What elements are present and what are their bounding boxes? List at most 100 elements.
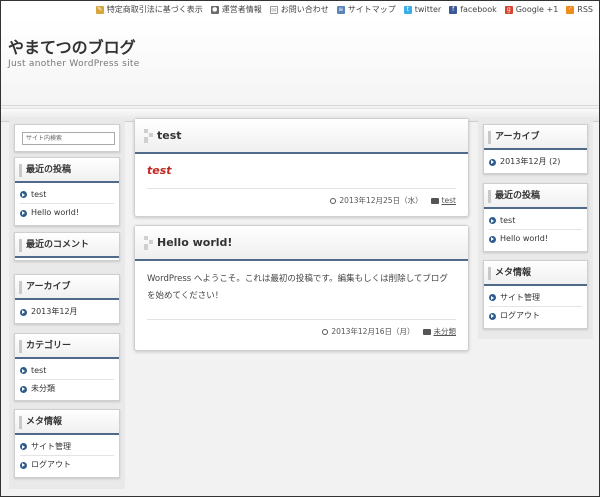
post-title[interactable]: Hello world! — [157, 236, 232, 249]
topbar-link-label: お問い合わせ — [280, 5, 329, 14]
document-icon: ✎ — [95, 5, 104, 14]
list-item-label: test — [500, 215, 516, 225]
post-card: test test 2013年12月25日（水） test — [134, 118, 469, 217]
topbar-link-rss[interactable]: ◜ RSS — [566, 5, 593, 14]
list-item[interactable]: Hello world! — [20, 204, 114, 222]
search-input[interactable]: サイト内検索 — [22, 132, 115, 145]
topbar-link-label: facebook — [460, 5, 497, 14]
list-item[interactable]: test — [20, 186, 114, 204]
post-body: WordPress へようこそ。これは最初の投稿です。編集もしくは削除してブログ… — [135, 261, 468, 319]
site-tagline: Just another WordPress site — [8, 59, 140, 69]
list-item[interactable]: test — [489, 212, 582, 230]
bullet-icon — [20, 461, 27, 469]
topbar-link-sitemap[interactable]: ≡ サイトマップ — [336, 4, 396, 15]
clock-icon — [322, 328, 329, 335]
list-item[interactable]: 未分類 — [20, 380, 114, 398]
post-card: Hello world! WordPress へようこそ。これは最初の投稿です。… — [134, 225, 469, 351]
topbar-link-operator[interactable]: ● 運営者情報 — [210, 4, 262, 15]
list-item-label: サイト管理 — [500, 292, 540, 302]
topbar-link-contact[interactable]: ✉ お問い合わせ — [269, 4, 329, 15]
list-item[interactable]: Hello world! — [489, 230, 582, 248]
post-body-text: test — [147, 164, 172, 177]
twitter-icon: t — [403, 5, 412, 14]
bullet-icon — [20, 191, 27, 198]
rss-icon: ◜ — [566, 5, 575, 14]
google-plus-icon: g — [504, 5, 513, 14]
list-item[interactable]: ログアウト — [20, 456, 114, 474]
topbar-link-label: サイトマップ — [347, 5, 396, 14]
topbar-link-twitter[interactable]: t twitter — [403, 5, 442, 14]
bullet-icon — [489, 235, 496, 243]
topbar-link-label: RSS — [577, 5, 593, 14]
post-header: test — [135, 119, 468, 154]
list-item-label: 2013年12月 — [31, 307, 78, 316]
list-item-label: ログアウト — [31, 460, 71, 469]
topbar-link-legal[interactable]: ✎ 特定商取引法に基づく表示 — [95, 4, 203, 15]
clock-icon — [330, 197, 337, 204]
bullet-icon — [20, 308, 27, 316]
archives-widget: アーカイブ 2013年12月 (2) — [483, 124, 588, 174]
right-sidebar: アーカイブ 2013年12月 (2) 最近の投稿 test Hello worl… — [478, 117, 593, 339]
list-item[interactable]: サイト管理 — [20, 438, 114, 456]
post-title-icon — [144, 129, 154, 144]
recent-comments-widget: 最近のコメント — [14, 232, 120, 261]
list-item[interactable]: サイト管理 — [489, 289, 582, 307]
recent-posts-widget: 最近の投稿 test Hello world! — [483, 183, 588, 252]
list-item-label: Hello world! — [31, 208, 80, 217]
facebook-icon: f — [449, 5, 458, 14]
post-meta: 2013年12月16日（月） 未分類 — [147, 319, 456, 337]
widget-title: アーカイブ — [484, 125, 587, 150]
post-category-link[interactable]: test — [442, 196, 456, 205]
post-body-text: WordPress へようこそ。これは最初の投稿です。編集もしくは削除してブログ… — [147, 274, 448, 301]
post-meta: 2013年12月25日（水） test — [147, 188, 456, 206]
bullet-icon — [489, 158, 496, 166]
meta-widget: メタ情報 サイト管理 ログアウト — [483, 260, 588, 329]
bullet-icon — [20, 367, 27, 374]
folder-icon — [430, 197, 439, 204]
list-item-label: ログアウト — [500, 311, 540, 320]
site-title[interactable]: やまてつのブログ — [8, 34, 136, 58]
list-item-label: サイト管理 — [31, 441, 71, 451]
topbar-link-label: Google +1 — [515, 5, 559, 14]
sitemap-icon: ≡ — [336, 5, 345, 14]
page-frame: ✎ 特定商取引法に基づく表示 ● 運営者情報 ✉ お問い合わせ ≡ サイトマップ… — [0, 0, 600, 497]
topbar-link-label: twitter — [414, 5, 442, 14]
list-item-label: 未分類 — [31, 384, 55, 393]
topbar-link-facebook[interactable]: f facebook — [449, 5, 497, 14]
bullet-icon — [489, 312, 496, 320]
topbar-link-label: 運営者情報 — [221, 5, 262, 14]
list-item[interactable]: test — [20, 362, 114, 380]
widget-title: アーカイブ — [15, 275, 119, 300]
widget-title: 最近のコメント — [15, 233, 119, 258]
archives-widget: アーカイブ 2013年12月 — [14, 274, 120, 324]
bullet-icon — [489, 294, 496, 301]
top-utility-bar: ✎ 特定商取引法に基づく表示 ● 運営者情報 ✉ お問い合わせ ≡ サイトマップ… — [1, 1, 599, 18]
post-date: 2013年12月25日（水） — [339, 196, 423, 205]
post-title-icon — [144, 236, 154, 251]
meta-widget: メタ情報 サイト管理 ログアウト — [14, 409, 120, 478]
list-item[interactable]: 2013年12月 — [20, 303, 114, 321]
bullet-icon — [489, 217, 496, 224]
list-item-label: test — [31, 189, 47, 199]
post-header: Hello world! — [135, 226, 468, 261]
widget-title: 最近の投稿 — [484, 184, 587, 209]
widget-title: 最近の投稿 — [15, 158, 119, 183]
list-item-label: 2013年12月 (2) — [500, 157, 561, 166]
topbar-link-google-plus[interactable]: g Google +1 — [504, 5, 559, 14]
folder-icon — [422, 328, 431, 335]
list-item[interactable]: 2013年12月 (2) — [489, 153, 582, 171]
topbar-link-label: 特定商取引法に基づく表示 — [106, 5, 203, 14]
mail-icon: ✉ — [269, 5, 278, 14]
list-item-label: test — [31, 365, 47, 375]
widget-title: カテゴリー — [15, 334, 119, 359]
post-category-link[interactable]: 未分類 — [434, 326, 457, 337]
bullet-icon — [20, 209, 27, 217]
widget-title: メタ情報 — [15, 410, 119, 435]
post-title[interactable]: test — [157, 129, 182, 142]
categories-widget: カテゴリー test 未分類 — [14, 333, 120, 401]
widget-title: メタ情報 — [484, 261, 587, 286]
bullet-icon — [20, 385, 27, 393]
search-widget: サイト内検索 — [14, 124, 120, 152]
post-body: test — [135, 154, 468, 188]
list-item[interactable]: ログアウト — [489, 307, 582, 325]
